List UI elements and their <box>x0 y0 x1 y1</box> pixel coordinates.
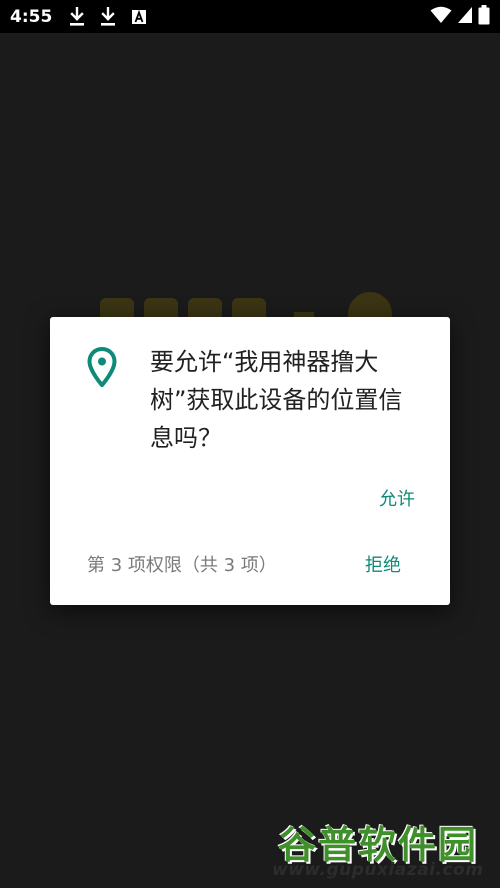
deny-button[interactable]: 拒绝 <box>348 551 418 581</box>
battery-icon <box>478 4 490 29</box>
download-icon <box>97 6 119 28</box>
a-box-icon <box>128 6 150 28</box>
watermark: 谷普软件园 www.gupuxiazai.com <box>270 808 500 888</box>
download-icon <box>66 6 88 28</box>
signal-icon <box>457 6 473 28</box>
permission-counter: 第 3 项权限（共 3 项） <box>87 555 277 576</box>
status-icons-right <box>430 4 490 29</box>
allow-button[interactable]: 允许 <box>362 485 432 515</box>
watermark-url: www.gupuxiazai.com <box>272 860 484 880</box>
status-bar: 4:55 <box>0 0 500 33</box>
status-time: 4:55 <box>10 6 53 27</box>
location-pin-icon <box>87 346 117 389</box>
phone-screen: 4:55 要允许“我用神器撸大树”获取此设备的位置信息吗？ 允许 第 3 项权限… <box>0 0 500 888</box>
permission-dialog: 要允许“我用神器撸大树”获取此设备的位置信息吗？ 允许 第 3 项权限（共 3 … <box>50 317 450 605</box>
wifi-icon <box>430 6 452 28</box>
dialog-message: 要允许“我用神器撸大树”获取此设备的位置信息吗？ <box>150 348 403 452</box>
